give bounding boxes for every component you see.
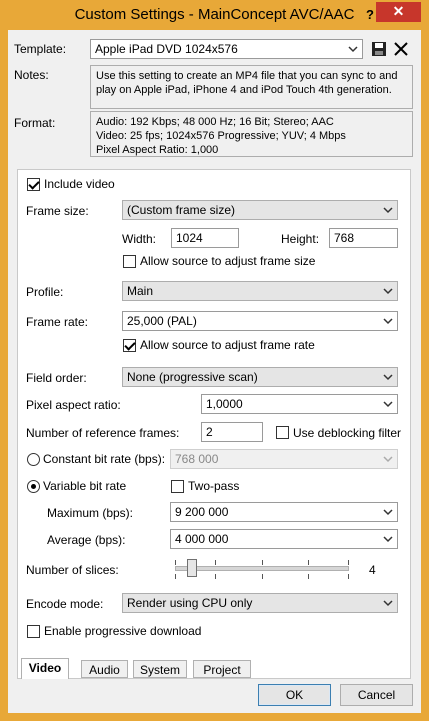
allow-source-frame-size-checkbox[interactable] <box>123 255 136 268</box>
tab-video[interactable]: Video <box>21 658 69 679</box>
slices-slider-track[interactable] <box>175 566 349 571</box>
vbr-label: Variable bit rate <box>43 479 127 493</box>
slices-slider-thumb[interactable] <box>187 559 197 577</box>
pixel-aspect-label: Pixel aspect ratio: <box>26 398 121 412</box>
format-label: Format: <box>14 116 56 130</box>
format-text: Audio: 192 Kbps; 48 000 Hz; 16 Bit; Ster… <box>90 111 413 157</box>
template-dropdown[interactable]: Apple iPad DVD 1024x576 <box>90 39 363 59</box>
two-pass-checkbox[interactable] <box>171 480 184 493</box>
deblocking-label: Use deblocking filter <box>293 426 402 440</box>
chevron-down-icon <box>383 509 393 516</box>
chevron-down-icon <box>383 374 393 381</box>
frame-rate-label: Frame rate: <box>26 315 89 329</box>
chevron-down-icon <box>383 600 393 607</box>
chevron-down-icon <box>383 207 393 214</box>
encode-mode-label: Encode mode: <box>26 597 104 611</box>
frame-rate-dropdown[interactable]: 25,000 (PAL) <box>122 311 398 331</box>
field-order-value: None (progressive scan) <box>127 370 258 384</box>
slider-tick <box>262 560 263 565</box>
slider-tick <box>175 560 176 565</box>
slider-tick <box>215 574 216 579</box>
chevron-down-icon <box>383 401 393 408</box>
slider-tick <box>348 574 349 579</box>
slider-tick <box>308 574 309 579</box>
average-dropdown[interactable]: 4 000 000 <box>170 529 398 549</box>
cbr-value: 768 000 <box>175 452 219 466</box>
cbr-label: Constant bit rate (bps): <box>43 452 166 466</box>
chevron-down-icon <box>383 456 393 463</box>
ref-frames-input[interactable]: 2 <box>201 422 263 442</box>
format-line: Audio: 192 Kbps; 48 000 Hz; 16 Bit; Ster… <box>96 116 334 128</box>
template-label: Template: <box>14 42 67 56</box>
pixel-aspect-dropdown[interactable]: 1,0000 <box>201 394 398 414</box>
deblocking-checkbox[interactable] <box>276 426 289 439</box>
maximum-dropdown[interactable]: 9 200 000 <box>170 502 398 522</box>
encode-mode-value: Render using CPU only <box>127 596 253 610</box>
ok-button[interactable]: OK <box>258 684 331 706</box>
tab-audio[interactable]: Audio <box>81 660 128 678</box>
chevron-down-icon <box>383 318 393 325</box>
allow-source-frame-rate-label: Allow source to adjust frame rate <box>140 338 315 352</box>
tab-project[interactable]: Project <box>193 660 251 678</box>
slider-tick <box>262 574 263 579</box>
delete-icon[interactable] <box>392 40 410 58</box>
dialog-client-area: Template: Apple iPad DVD 1024x576 Notes:… <box>8 30 421 713</box>
slider-tick <box>215 560 216 565</box>
window-title: Custom Settings - MainConcept AVC/AAC <box>74 6 355 23</box>
allow-source-frame-rate-checkbox[interactable] <box>123 339 136 352</box>
format-line: Video: 25 fps; 1024x576 Progressive; YUV… <box>96 130 346 142</box>
chevron-down-icon <box>383 536 393 543</box>
slider-tick <box>348 560 349 565</box>
template-value: Apple iPad DVD 1024x576 <box>95 42 238 56</box>
format-line: Pixel Aspect Ratio: 1,000 <box>96 144 219 156</box>
allow-source-frame-size-label: Allow source to adjust frame size <box>140 254 316 268</box>
field-order-dropdown[interactable]: None (progressive scan) <box>122 367 398 387</box>
height-label: Height: <box>281 232 320 246</box>
progressive-download-label: Enable progressive download <box>44 624 202 638</box>
field-order-label: Field order: <box>26 371 87 385</box>
frame-size-value: (Custom frame size) <box>127 203 236 217</box>
height-input[interactable]: 768 <box>329 228 398 248</box>
help-icon[interactable]: ? <box>366 7 374 22</box>
ref-frames-label: Number of reference frames: <box>26 426 180 440</box>
include-video-checkbox[interactable] <box>27 178 40 191</box>
maximum-value: 9 200 000 <box>175 505 229 519</box>
chevron-down-icon <box>348 46 358 53</box>
encode-mode-dropdown[interactable]: Render using CPU only <box>122 593 398 613</box>
width-input[interactable]: 1024 <box>171 228 239 248</box>
include-video-label: Include video <box>44 177 115 191</box>
tab-bar: Video Audio System Project <box>17 658 411 679</box>
cancel-button[interactable]: Cancel <box>340 684 413 706</box>
save-icon[interactable] <box>370 40 388 58</box>
video-tab-panel: Include video Frame size: (Custom frame … <box>17 169 411 679</box>
frame-size-label: Frame size: <box>26 204 89 218</box>
vbr-radio[interactable] <box>27 480 40 493</box>
chevron-down-icon <box>383 288 393 295</box>
title-bar[interactable]: Custom Settings - MainConcept AVC/AAC ? … <box>0 0 429 30</box>
slices-value: 4 <box>369 563 376 577</box>
average-value: 4 000 000 <box>175 532 229 546</box>
two-pass-label: Two-pass <box>188 479 240 493</box>
notes-text: Use this setting to create an MP4 file t… <box>90 65 413 109</box>
slider-tick <box>308 560 309 565</box>
profile-label: Profile: <box>26 285 64 299</box>
pixel-aspect-value: 1,0000 <box>206 397 243 411</box>
profile-dropdown[interactable]: Main <box>122 281 398 301</box>
frame-rate-value: 25,000 (PAL) <box>127 314 197 328</box>
notes-label: Notes: <box>14 68 49 82</box>
profile-value: Main <box>127 284 154 298</box>
slider-tick <box>175 574 176 579</box>
close-button[interactable]: ✕ <box>376 2 421 22</box>
frame-size-dropdown[interactable]: (Custom frame size) <box>122 200 398 220</box>
progressive-download-checkbox[interactable] <box>27 625 40 638</box>
average-label: Average (bps): <box>47 533 126 547</box>
cbr-dropdown[interactable]: 768 000 <box>170 449 398 469</box>
slices-label: Number of slices: <box>26 563 119 577</box>
dialog-window: Custom Settings - MainConcept AVC/AAC ? … <box>0 0 429 721</box>
width-label: Width: <box>122 232 157 246</box>
tab-system[interactable]: System <box>133 660 187 678</box>
maximum-label: Maximum (bps): <box>47 506 134 520</box>
cbr-radio[interactable] <box>27 453 40 466</box>
